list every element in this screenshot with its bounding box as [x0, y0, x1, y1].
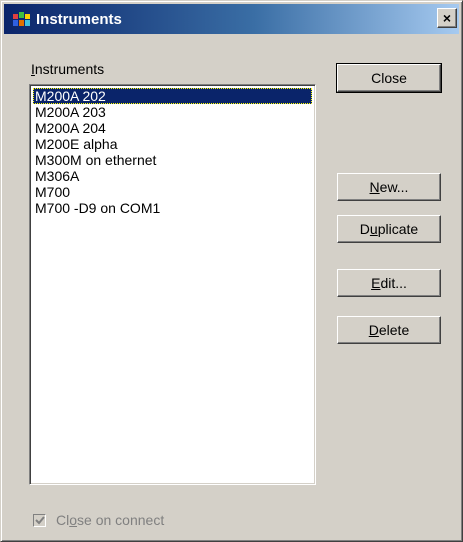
- window-close-button[interactable]: ×: [437, 8, 457, 28]
- edit-button[interactable]: Edit...: [337, 269, 441, 297]
- checkmark-icon: [35, 515, 45, 524]
- new-button[interactable]: New...: [337, 173, 441, 201]
- delete-button[interactable]: Delete: [337, 316, 441, 344]
- list-item[interactable]: M700 -D9 on COM1: [33, 200, 312, 216]
- close-on-connect-label: Close on connect: [56, 512, 165, 528]
- list-item[interactable]: M200A 202: [33, 88, 312, 104]
- window-title: Instruments: [36, 10, 122, 28]
- list-item[interactable]: M200A 204: [33, 120, 312, 136]
- instruments-dialog: Instruments × Instruments M200A 202 M200A…: [0, 0, 463, 542]
- instruments-listbox[interactable]: M200A 202 M200A 203 M200A 204 M200E alpha M3…: [29, 84, 316, 485]
- close-icon: ×: [442, 10, 452, 26]
- list-item[interactable]: M200A 203: [33, 104, 312, 120]
- close-on-connect-option[interactable]: Close on connect: [33, 512, 164, 528]
- list-item[interactable]: M300M on ethernet: [33, 152, 312, 168]
- list-item[interactable]: M700: [33, 184, 312, 200]
- instruments-list-label: Instruments: [31, 61, 105, 77]
- close-on-connect-checkbox[interactable]: [33, 513, 46, 527]
- title-bar[interactable]: Instruments ×: [4, 4, 459, 34]
- list-item[interactable]: M200E alpha: [33, 136, 312, 152]
- close-button[interactable]: Close: [336, 63, 442, 93]
- instrument-app-icon: [13, 11, 31, 27]
- list-item[interactable]: M306A: [33, 168, 312, 184]
- duplicate-button[interactable]: Duplicate: [337, 215, 441, 243]
